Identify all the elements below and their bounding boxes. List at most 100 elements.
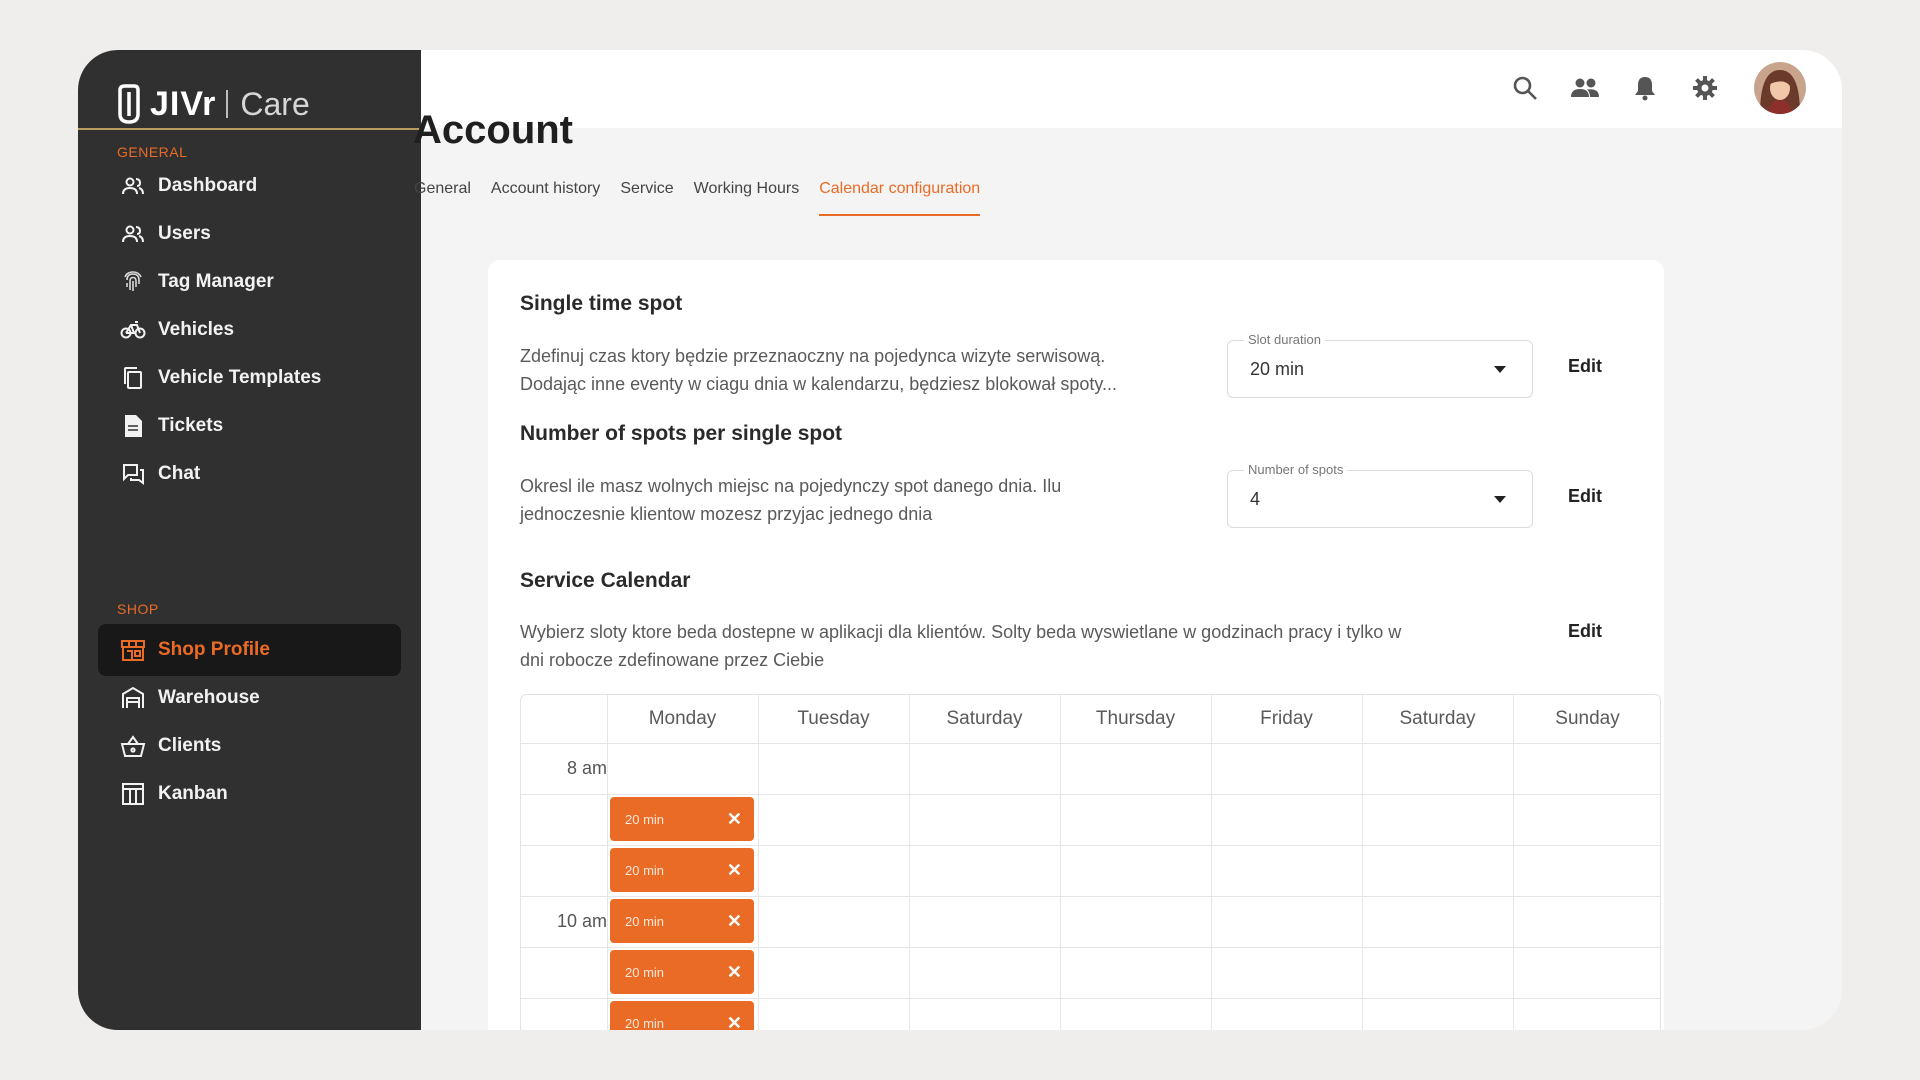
- people-icon[interactable]: [1568, 71, 1602, 105]
- slot-label: 20 min: [625, 862, 665, 878]
- grid-line: [1211, 695, 1212, 1030]
- basket-icon: [120, 733, 146, 759]
- tab-service[interactable]: Service: [620, 180, 673, 216]
- tab-account-history[interactable]: Account history: [491, 180, 600, 216]
- day-header-sunday: Sunday: [1555, 708, 1620, 729]
- sidebar-item-clients[interactable]: Clients: [98, 720, 401, 772]
- page-title: Account: [413, 108, 573, 152]
- logo-divider-line: [78, 128, 421, 130]
- grid-line: [521, 743, 1660, 744]
- desc-line: Dodając inne eventy w ciagu dnia w kalen…: [520, 374, 1118, 394]
- section-title-spots-per: Number of spots per single spot: [520, 422, 843, 445]
- sidebar-item-warehouse[interactable]: Warehouse: [98, 672, 401, 724]
- warehouse-icon: [120, 685, 146, 711]
- close-icon[interactable]: ✕: [727, 962, 742, 983]
- day-header-friday: Friday: [1260, 708, 1313, 729]
- search-icon[interactable]: [1508, 71, 1542, 105]
- document-icon: [120, 413, 146, 439]
- day-header-thursday: Thursday: [1095, 708, 1176, 729]
- settings-icon[interactable]: [1688, 71, 1722, 105]
- sidebar-item-shop-profile[interactable]: Shop Profile: [98, 624, 401, 676]
- sidebar-item-kanban[interactable]: Kanban: [98, 768, 401, 820]
- tab-working-hours[interactable]: Working Hours: [694, 180, 800, 216]
- sidebar-item-tag-manager[interactable]: Tag Manager: [98, 256, 401, 308]
- grid-line: [521, 845, 1660, 846]
- sidebar-item-label: Warehouse: [158, 687, 260, 708]
- sidebar-item-label: Kanban: [158, 783, 228, 804]
- brand-logo[interactable]: JIVr Care: [116, 84, 310, 124]
- field-value: 4: [1250, 489, 1261, 509]
- account-tabs: General Account history Service Working …: [414, 180, 981, 216]
- calendar-slot[interactable]: 20 min ✕: [610, 1001, 754, 1030]
- service-calendar: Monday Tuesday Saturday Thursday Friday …: [520, 694, 1661, 1030]
- sidebar: JIVr Care GENERAL Dashboard Users Tag Ma…: [78, 50, 421, 1030]
- sidebar-item-label: Users: [158, 223, 211, 244]
- tab-calendar-configuration[interactable]: Calendar configuration: [819, 180, 981, 216]
- brand-product: Care: [240, 85, 310, 122]
- sidebar-item-label: Shop Profile: [158, 639, 270, 660]
- sidebar-item-tickets[interactable]: Tickets: [98, 400, 401, 452]
- calendar-slot[interactable]: 20 min ✕: [610, 950, 754, 994]
- grid-line: [521, 794, 1660, 795]
- section-title-single-spot: Single time spot: [520, 292, 683, 315]
- edit-slot-duration-button[interactable]: Edit: [1568, 356, 1602, 377]
- day-header-tuesday: Tuesday: [797, 708, 870, 729]
- grid-line: [758, 695, 759, 1030]
- sidebar-item-vehicle-templates[interactable]: Vehicle Templates: [98, 352, 401, 404]
- bell-icon[interactable]: [1628, 71, 1662, 105]
- field-label: Slot duration: [1244, 332, 1325, 347]
- grid-line: [521, 998, 1660, 999]
- edit-number-of-spots-button[interactable]: Edit: [1568, 486, 1602, 507]
- brand-name: JIVr: [150, 84, 217, 123]
- sidebar-item-label: Clients: [158, 735, 222, 756]
- grid-line: [1362, 695, 1363, 1030]
- time-label-8am: 8 am: [566, 758, 607, 778]
- logo-mark-icon: [118, 84, 140, 124]
- number-of-spots-select[interactable]: Number of spots 4: [1227, 462, 1533, 528]
- grid-line: [1060, 695, 1061, 1030]
- tab-general[interactable]: General: [414, 180, 471, 216]
- caret-down-icon: [1494, 496, 1506, 503]
- caret-down-icon: [1494, 366, 1506, 373]
- slot-label: 20 min: [625, 1015, 665, 1031]
- sidebar-item-label: Dashboard: [158, 175, 258, 196]
- desc-line: dni robocze zdefinowane przez Ciebie: [520, 650, 825, 670]
- section-desc-spots-per: Okresl ile masz wolnych miejsc na pojedy…: [520, 472, 1061, 528]
- slot-label: 20 min: [625, 913, 665, 929]
- close-icon[interactable]: ✕: [727, 809, 742, 830]
- field-label: Number of spots: [1244, 462, 1348, 477]
- sidebar-item-users[interactable]: Users: [98, 208, 401, 260]
- section-title-service-calendar: Service Calendar: [520, 569, 691, 592]
- field-value: 20 min: [1250, 359, 1305, 379]
- grid-line: [521, 896, 1660, 897]
- calendar-slot[interactable]: 20 min ✕: [610, 899, 754, 943]
- topbar-actions: [1508, 62, 1806, 114]
- sidebar-item-chat[interactable]: Chat: [98, 448, 401, 500]
- close-icon[interactable]: ✕: [727, 911, 742, 932]
- chat-icon: [120, 461, 146, 487]
- sidebar-item-dashboard[interactable]: Dashboard: [98, 160, 401, 212]
- sidebar-item-vehicles[interactable]: Vehicles: [98, 304, 401, 356]
- calendar-slot[interactable]: 20 min ✕: [610, 797, 754, 841]
- section-label-general: GENERAL: [117, 144, 188, 160]
- slot-label: 20 min: [625, 811, 665, 827]
- users-icon: [120, 173, 146, 199]
- grid-line: [1513, 695, 1514, 1030]
- desc-line: Zdefinuj czas ktory będzie przeznaoczny …: [520, 346, 1106, 366]
- sidebar-item-label: Tag Manager: [158, 271, 274, 292]
- section-desc-service-calendar: Wybierz sloty ktore beda dostepne w apli…: [520, 618, 1401, 674]
- user-avatar[interactable]: [1754, 62, 1806, 114]
- sidebar-item-label: Tickets: [158, 415, 224, 436]
- desc-line: Okresl ile masz wolnych miejsc na pojedy…: [520, 476, 1062, 496]
- calendar-slot[interactable]: 20 min ✕: [610, 848, 754, 892]
- day-header-monday: Monday: [648, 708, 717, 729]
- edit-service-calendar-button[interactable]: Edit: [1568, 621, 1602, 642]
- logo-divider: [226, 90, 229, 118]
- sidebar-item-label: Chat: [158, 463, 201, 484]
- copy-icon: [120, 365, 146, 391]
- sidebar-item-label: Vehicles: [158, 319, 235, 340]
- slot-duration-select[interactable]: Slot duration 20 min: [1227, 332, 1533, 398]
- fingerprint-icon: [120, 269, 146, 295]
- close-icon[interactable]: ✕: [727, 860, 742, 881]
- close-icon[interactable]: ✕: [727, 1013, 742, 1031]
